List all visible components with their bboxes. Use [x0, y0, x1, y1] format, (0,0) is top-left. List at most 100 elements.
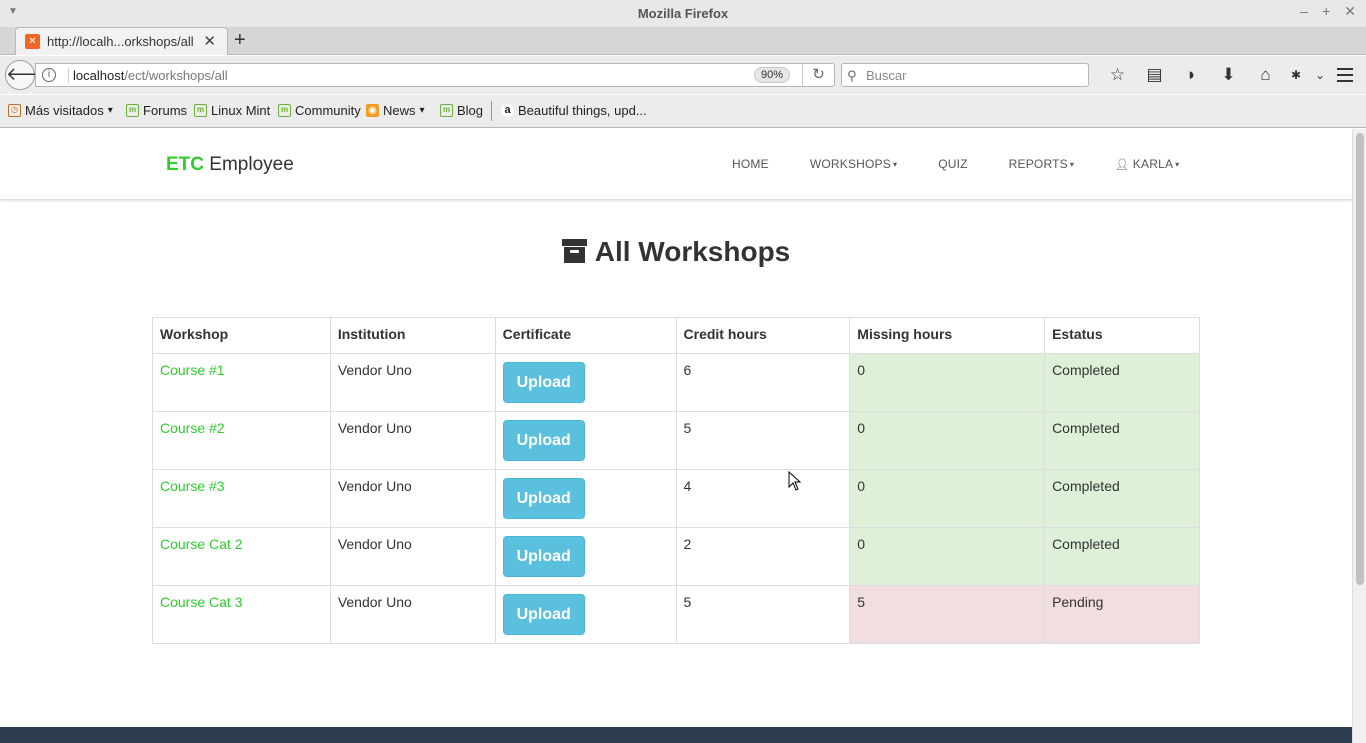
- chevron-down-icon: ▾: [107, 105, 113, 116]
- search-bar[interactable]: ⚲: [841, 63, 1089, 87]
- menu-home[interactable]: HOME: [732, 157, 769, 171]
- site-footer: [0, 727, 1352, 743]
- pocket-icon[interactable]: ◗: [1173, 64, 1210, 86]
- bookmark-amazon[interactable]: a Beautiful things, upd...: [501, 103, 647, 118]
- table-row: Course #3 Vendor Uno Upload 4 0 Complete…: [152, 469, 1200, 528]
- menu-reports[interactable]: REPORTS ▾: [1009, 157, 1074, 171]
- institution-cell: Vendor Uno: [329, 353, 496, 412]
- workshop-link[interactable]: Course Cat 3: [160, 594, 242, 610]
- table-row: Course Cat 3 Vendor Uno Upload 5 5 Pendi…: [152, 585, 1200, 644]
- rss-icon: ◉: [366, 104, 379, 117]
- status-cell: Pending: [1044, 585, 1200, 644]
- maximize-button[interactable]: +: [1322, 3, 1330, 20]
- workshops-table: Workshop Institution Certificate Credit …: [152, 317, 1200, 644]
- minimize-button[interactable]: –: [1300, 3, 1308, 20]
- tab-strip: ✕ http://localh...orkshops/all ✕ +: [0, 27, 1366, 55]
- new-tab-button[interactable]: +: [234, 29, 246, 52]
- url-text[interactable]: localhost/ect/workshops/all: [68, 68, 228, 83]
- bookmark-label: Forums: [143, 103, 188, 118]
- bookmark-star-icon[interactable]: ☆: [1099, 64, 1136, 86]
- page-title: All Workshops: [0, 236, 1352, 268]
- table-row: Course #1 Vendor Uno Upload 6 0 Complete…: [152, 353, 1200, 412]
- zoom-indicator[interactable]: 90%: [754, 67, 791, 83]
- page-scrollbar[interactable]: [1352, 129, 1366, 743]
- menu-label: KARLA: [1132, 157, 1174, 171]
- back-button[interactable]: 🡐: [5, 60, 54, 90]
- page-title-text: All Workshops: [594, 236, 791, 267]
- menu-quiz[interactable]: QUIZ: [938, 157, 967, 171]
- chevron-down-icon: ▾: [1175, 160, 1180, 169]
- workshop-link[interactable]: Course #3: [160, 478, 225, 494]
- archive-box-icon: [561, 239, 587, 263]
- folder-icon: ◷: [8, 104, 21, 117]
- header-estatus: Estatus: [1044, 317, 1200, 354]
- hamburger-menu-icon[interactable]: [1333, 63, 1357, 87]
- reload-button[interactable]: ↻: [802, 64, 834, 86]
- site-menu: HOME WORKSHOPS ▾ QUIZ REPORTS ▾ 👤︎ KARLA ▾: [732, 157, 1179, 171]
- page-content: ETC Employee HOME WORKSHOPS ▾ QUIZ REPORT…: [0, 129, 1352, 743]
- menu-user[interactable]: 👤︎ KARLA ▾: [1115, 157, 1179, 171]
- search-input[interactable]: [866, 67, 1076, 84]
- institution-cell: Vendor Uno: [329, 469, 496, 528]
- bookmark-mas-visitados[interactable]: ◷ Más visitados ▾: [8, 103, 113, 118]
- mint-icon: m: [194, 104, 207, 117]
- bookmark-community[interactable]: m Community: [278, 103, 361, 118]
- bookmark-news[interactable]: ◉ News ▾: [366, 103, 425, 118]
- site-info-icon[interactable]: i: [42, 68, 56, 82]
- menu-workshops[interactable]: WORKSHOPS ▾: [810, 157, 897, 171]
- bookmark-forums[interactable]: m Forums: [126, 103, 187, 118]
- browser-tab[interactable]: ✕ http://localh...orkshops/all ✕: [15, 27, 228, 55]
- user-icon: 👤︎: [1115, 159, 1130, 171]
- scrollbar-thumb[interactable]: [1356, 133, 1364, 585]
- table-header-row: Workshop Institution Certificate Credit …: [152, 317, 1200, 354]
- site-brand[interactable]: ETC Employee: [166, 154, 294, 176]
- menu-label: HOME: [732, 157, 769, 171]
- workshop-link[interactable]: Course #2: [160, 420, 225, 436]
- missing-hours-cell: 0: [849, 527, 1046, 586]
- missing-hours-cell: 5: [849, 585, 1046, 644]
- navigation-toolbar: 🡐 i localhost/ect/workshops/all 90% ↻ ⚲ …: [0, 56, 1366, 94]
- downloads-icon[interactable]: ⬇: [1210, 64, 1247, 86]
- upload-button[interactable]: Upload: [502, 362, 585, 403]
- credit-hours-cell: 2: [675, 527, 851, 586]
- upload-button[interactable]: Upload: [502, 594, 585, 635]
- close-tab-icon[interactable]: ✕: [203, 32, 216, 50]
- institution-cell: Vendor Uno: [329, 411, 496, 470]
- mint-icon: m: [126, 104, 139, 117]
- upload-button[interactable]: Upload: [502, 478, 585, 519]
- brand-rest: Employee: [204, 154, 294, 175]
- bookmark-blog[interactable]: m Blog: [440, 103, 483, 118]
- header-institution: Institution: [329, 317, 496, 354]
- upload-button[interactable]: Upload: [502, 420, 585, 461]
- header-certificate: Certificate: [494, 317, 677, 354]
- brand-strong: ETC: [166, 154, 204, 175]
- url-host: localhost: [73, 68, 125, 83]
- chevron-down-icon[interactable]: ⌄: [1308, 64, 1332, 86]
- bookmark-linux-mint[interactable]: m Linux Mint: [194, 103, 270, 118]
- close-window-button[interactable]: ✕: [1344, 3, 1356, 20]
- missing-hours-cell: 0: [849, 411, 1046, 470]
- tab-title: http://localh...orkshops/all: [47, 34, 194, 49]
- upload-button[interactable]: Upload: [502, 536, 585, 577]
- amazon-icon: a: [501, 104, 514, 117]
- window-titlebar: ▼ Mozilla Firefox – + ✕: [0, 0, 1366, 27]
- header-credit-hours: Credit hours: [675, 317, 851, 354]
- window-title: Mozilla Firefox: [637, 6, 729, 21]
- extension-icon[interactable]: ✱: [1284, 64, 1308, 86]
- window-controls: – + ✕: [1300, 3, 1356, 20]
- reading-list-icon[interactable]: ▤: [1136, 64, 1173, 86]
- table-row: Course #2 Vendor Uno Upload 5 0 Complete…: [152, 411, 1200, 470]
- header-missing-hours: Missing hours: [849, 317, 1046, 354]
- workshop-link[interactable]: Course #1: [160, 362, 225, 378]
- menu-label: WORKSHOPS: [809, 157, 891, 171]
- header-workshop: Workshop: [152, 317, 331, 354]
- chevron-down-icon: ▾: [1069, 160, 1075, 169]
- url-path: /ect/workshops/all: [124, 68, 228, 83]
- url-bar[interactable]: i localhost/ect/workshops/all 90% ↻: [35, 63, 835, 87]
- mint-icon: m: [278, 104, 291, 117]
- home-icon[interactable]: ⌂: [1247, 64, 1284, 86]
- search-icon: ⚲: [847, 68, 857, 83]
- workshop-link[interactable]: Course Cat 2: [160, 536, 242, 552]
- menu-label: REPORTS: [1008, 157, 1068, 171]
- bookmark-label: Community: [295, 103, 361, 118]
